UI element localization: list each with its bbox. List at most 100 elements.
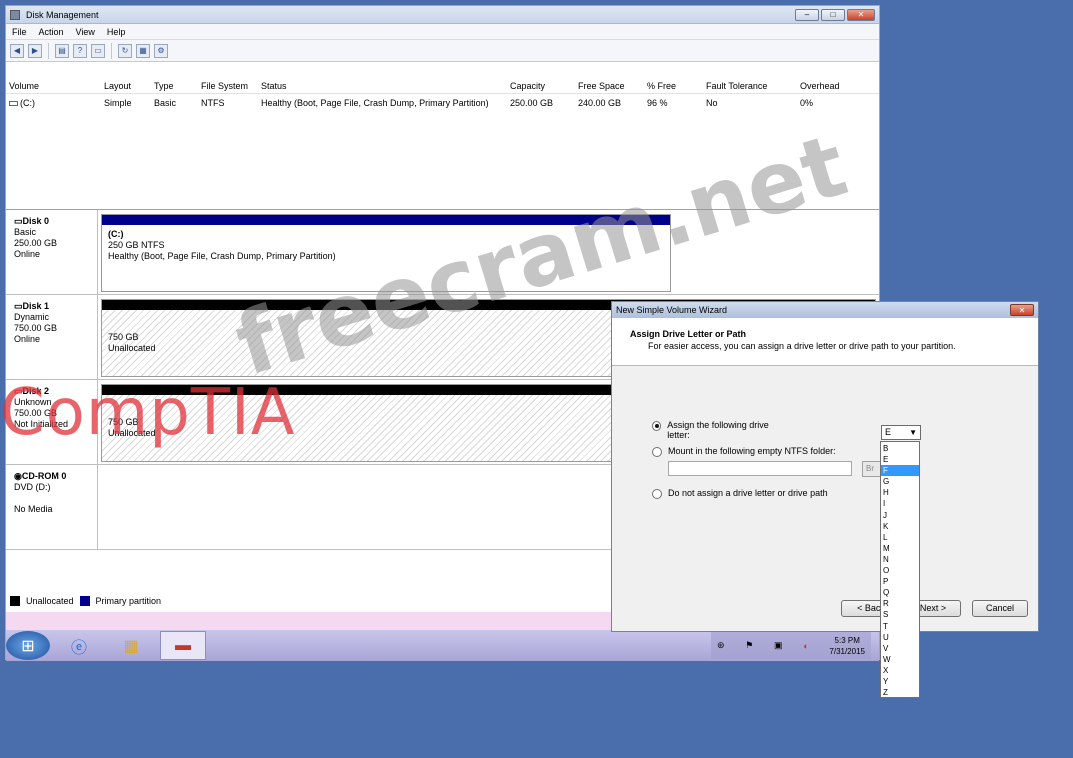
drive-letter-option[interactable]: W — [881, 654, 919, 665]
drive-letter-option[interactable]: B — [881, 443, 919, 454]
toolbar: ◀ ▶ ▤ ? ▭ ↻ ▦ ⚙ — [6, 40, 879, 62]
disk-state: Online — [14, 249, 41, 259]
browse-button[interactable]: Br — [862, 461, 882, 477]
cell-volume: (C:) — [6, 98, 101, 108]
drive-letter-option[interactable]: U — [881, 632, 919, 643]
drive-letter-option[interactable]: J — [881, 510, 919, 521]
drive-letter-option[interactable]: O — [881, 565, 919, 576]
col-free-space[interactable]: Free Space — [575, 81, 644, 91]
drive-letter-select[interactable]: E ▼ — [881, 425, 921, 440]
disk-0-row: ▭Disk 0 Basic 250.00 GB Online (C:) 250 … — [6, 210, 879, 295]
disk-2-label[interactable]: ▭Disk 2 Unknown 750.00 GB Not Initialize… — [6, 380, 98, 464]
wizard-title: New Simple Volume Wizard — [616, 305, 728, 315]
disk-type: Basic — [14, 227, 37, 237]
drive-letter-option[interactable]: V — [881, 643, 919, 654]
radio-no-letter[interactable] — [652, 489, 662, 499]
col-status[interactable]: Status — [258, 81, 507, 91]
drive-letter-option[interactable]: H — [881, 487, 919, 498]
menu-action[interactable]: Action — [39, 27, 64, 37]
drive-letter-option[interactable]: L — [881, 532, 919, 543]
col-capacity[interactable]: Capacity — [507, 81, 575, 91]
cell-file-system: NTFS — [201, 98, 225, 108]
col-volume[interactable]: Volume — [6, 81, 101, 91]
disk-state: No Media — [14, 504, 53, 514]
drive-letter-option[interactable]: Q — [881, 587, 919, 598]
properties-icon[interactable]: ▭ — [91, 43, 105, 58]
clock-date: 7/31/2015 — [829, 646, 865, 656]
col-percent-free[interactable]: % Free — [644, 81, 703, 91]
col-overhead[interactable]: Overhead — [797, 81, 867, 91]
settings-icon[interactable]: ⚙ — [154, 43, 168, 58]
drive-letter-option[interactable]: Y — [881, 676, 919, 687]
start-button[interactable]: ⊞ — [6, 631, 50, 660]
legend-primary: Primary partition — [95, 596, 162, 606]
disk-1-label[interactable]: ▭Disk 1 Dynamic 750.00 GB Online — [6, 295, 98, 379]
forward-icon[interactable]: ▶ — [28, 43, 42, 58]
drive-letter-option[interactable]: F — [881, 465, 919, 477]
radio-assign-letter[interactable] — [652, 421, 662, 431]
menu-view[interactable]: View — [76, 27, 95, 37]
flag-icon[interactable]: ⚑ — [745, 640, 753, 651]
volume-list: Volume Layout Type File System Status Ca… — [6, 78, 879, 210]
col-file-system[interactable]: File System — [198, 81, 258, 91]
col-fault-tolerance[interactable]: Fault Tolerance — [703, 81, 797, 91]
cdrom-icon: ◉ — [14, 471, 22, 481]
folder-path-input[interactable] — [668, 461, 852, 476]
drive-letter-option[interactable]: T — [881, 621, 919, 632]
wizard-subheading: For easier access, you can assign a driv… — [648, 341, 956, 351]
cell-layout: Simple — [104, 98, 132, 108]
partition-c[interactable]: (C:) 250 GB NTFS Healthy (Boot, Page Fil… — [101, 214, 671, 292]
drive-letter-option[interactable]: E — [881, 454, 919, 465]
title-bar: Disk Management – □ ✕ — [6, 6, 879, 24]
menu-help[interactable]: Help — [107, 27, 126, 37]
disk-icon: ▭ — [14, 216, 23, 226]
close-button[interactable]: ✕ — [847, 9, 875, 21]
rescan-icon[interactable]: ▦ — [136, 43, 150, 58]
network-icon[interactable]: ⊛ — [717, 640, 725, 651]
drive-letter-option[interactable]: Z — [881, 687, 919, 698]
drive-letter-option[interactable]: P — [881, 576, 919, 587]
cancel-button[interactable]: Cancel — [972, 600, 1028, 617]
drive-letter-option[interactable]: I — [881, 498, 919, 509]
monitor-icon[interactable]: ▣ — [774, 640, 783, 651]
no-letter-option[interactable]: Do not assign a drive letter or drive pa… — [652, 488, 828, 499]
back-icon[interactable]: ◀ — [10, 43, 24, 58]
table-row[interactable]: (C:) Simple Basic NTFS Healthy (Boot, Pa… — [6, 94, 879, 112]
disk-type: Unknown — [14, 397, 52, 407]
col-layout[interactable]: Layout — [101, 81, 151, 91]
computer-management-icon[interactable]: ▬ — [160, 631, 206, 660]
disk-size: 750.00 GB — [14, 408, 58, 418]
drive-letter-option[interactable]: M — [881, 543, 919, 554]
drive-letter-option[interactable]: S — [881, 609, 919, 620]
drive-letter-option[interactable]: R — [881, 598, 919, 609]
maximize-button[interactable]: □ — [821, 9, 845, 21]
drive-letter-option[interactable]: G — [881, 476, 919, 487]
col-type[interactable]: Type — [151, 81, 198, 91]
radio-mount-folder[interactable] — [652, 447, 662, 457]
chevron-down-icon: ▼ — [909, 428, 917, 437]
drive-letter-option[interactable]: X — [881, 665, 919, 676]
clock[interactable]: 5:3 PM 7/31/2015 — [829, 635, 865, 657]
assign-letter-option[interactable]: Assign the following drive letter: — [652, 420, 782, 440]
cdrom-0-label[interactable]: ◉CD-ROM 0 DVD (D:) No Media — [6, 465, 98, 549]
internet-explorer-icon[interactable]: ⓔ — [56, 631, 102, 660]
mount-folder-option[interactable]: Mount in the following empty NTFS folder… — [652, 446, 836, 457]
file-explorer-icon[interactable]: ▦ — [108, 631, 154, 660]
menu-file[interactable]: File — [12, 27, 27, 37]
minimize-button[interactable]: – — [795, 9, 819, 21]
mount-folder-label: Mount in the following empty NTFS folder… — [668, 446, 836, 456]
help-icon[interactable]: ? — [73, 43, 87, 58]
list-icon[interactable]: ▤ — [55, 43, 69, 58]
drive-letter-option[interactable]: N — [881, 554, 919, 565]
refresh-icon[interactable]: ↻ — [118, 43, 132, 58]
wizard-close-button[interactable]: ✕ — [1010, 304, 1034, 316]
disk-name: Disk 1 — [22, 301, 50, 311]
disk-name: Disk 0 — [22, 216, 50, 226]
drive-letter-option[interactable]: K — [881, 521, 919, 532]
taskbar: ⊞ ⓔ ▦ ▬ ⊛ ⚑ ▣ ◐ 5:3 PM 7/31/2015 — [6, 630, 879, 661]
volume-icon[interactable]: ◐ — [803, 641, 808, 651]
toolbar-separator — [111, 42, 112, 59]
disk-name: CD-ROM 0 — [21, 471, 67, 481]
drive-icon — [9, 101, 18, 106]
disk-0-label[interactable]: ▭Disk 0 Basic 250.00 GB Online — [6, 210, 98, 294]
